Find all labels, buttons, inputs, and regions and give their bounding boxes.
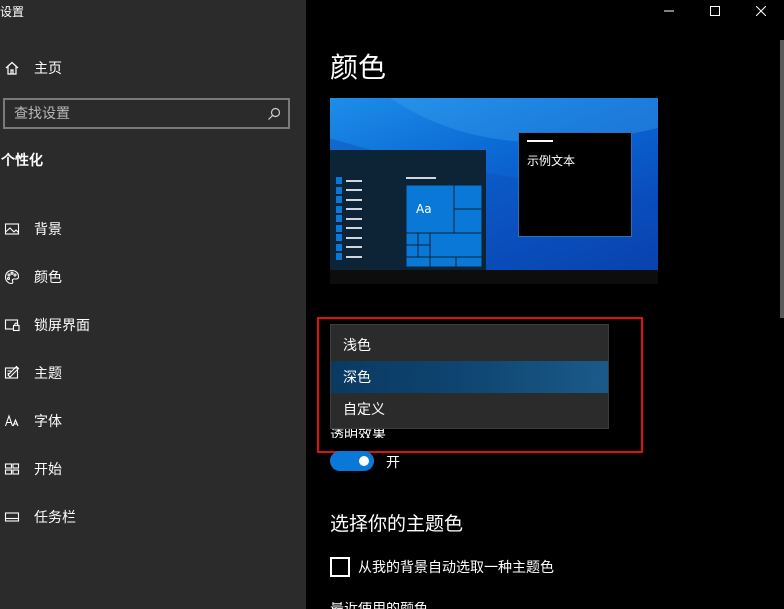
app-title: 设置 — [0, 5, 25, 19]
nav-home-label: 主页 — [34, 61, 62, 77]
search-icon[interactable] — [266, 106, 282, 122]
sidebar-item-label: 开始 — [34, 462, 62, 478]
theme-preview: Aa 示例文本 — [330, 98, 658, 270]
maximize-button[interactable] — [692, 0, 738, 22]
sidebar-item-start[interactable]: 开始 — [0, 445, 306, 493]
search-box[interactable] — [3, 98, 290, 129]
mode-dropdown-list[interactable]: 浅色 深色 自定义 — [330, 324, 609, 429]
taskbar-icon — [1, 506, 23, 528]
transparency-toggle[interactable] — [330, 451, 374, 471]
toggle-knob — [359, 456, 369, 466]
mode-option-custom[interactable]: 自定义 — [331, 393, 608, 425]
preview-sample-titlebar — [527, 140, 553, 142]
window-controls — [646, 0, 784, 22]
page-title: 颜色 — [330, 51, 387, 84]
preview-tile-text: Aa — [416, 202, 432, 216]
scrollbar[interactable] — [780, 40, 784, 318]
recent-colors-heading: 最近使用的颜色 — [330, 602, 428, 609]
mode-option-light[interactable]: 浅色 — [331, 329, 608, 361]
sidebar-item-label: 主题 — [34, 366, 62, 382]
palette-icon — [1, 266, 23, 288]
sidebar-item-themes[interactable]: 主题 — [0, 349, 306, 397]
preview-tiles — [406, 185, 482, 267]
auto-accent-option[interactable]: 从我的背景自动选取一种主题色 — [330, 557, 554, 577]
home-icon — [1, 57, 23, 79]
preview-sample-window: 示例文本 — [518, 132, 632, 237]
preview-taskbar — [330, 270, 658, 284]
sidebar-item-label: 字体 — [34, 414, 62, 430]
image-icon — [1, 218, 23, 240]
auto-accent-label: 从我的背景自动选取一种主题色 — [358, 560, 554, 576]
accent-heading: 选择你的主题色 — [330, 513, 464, 535]
preview-sample-text: 示例文本 — [527, 154, 576, 168]
sidebar: 设置 主页 个性化 背景 — [0, 0, 306, 609]
sidebar-item-label: 锁屏界面 — [34, 318, 90, 334]
sidebar-item-label: 颜色 — [34, 270, 62, 286]
transparency-state: 开 — [386, 455, 400, 471]
sidebar-item-colors[interactable]: 颜色 — [0, 253, 306, 301]
sidebar-item-taskbar[interactable]: 任务栏 — [0, 493, 306, 541]
close-button[interactable] — [738, 0, 784, 22]
maximize-icon — [710, 6, 720, 16]
mode-option-dark[interactable]: 深色 — [331, 361, 608, 393]
sidebar-item-lock-screen[interactable]: 锁屏界面 — [0, 301, 306, 349]
preview-start-menu: Aa — [330, 150, 486, 270]
lock-screen-icon — [1, 314, 23, 336]
search-input[interactable] — [5, 100, 288, 127]
nav-home[interactable]: 主页 — [0, 55, 306, 81]
sidebar-item-label: 任务栏 — [34, 510, 76, 526]
nav-list: 背景 颜色 锁屏界面 主题 字体 开始 任务栏 — [0, 205, 306, 541]
preview-app-list — [336, 176, 362, 268]
minimize-icon — [664, 10, 674, 12]
close-icon — [756, 6, 766, 16]
font-icon — [1, 410, 23, 432]
theme-icon — [1, 362, 23, 384]
sidebar-item-fonts[interactable]: 字体 — [0, 397, 306, 445]
section-title: 个性化 — [1, 153, 43, 169]
start-icon — [1, 458, 23, 480]
auto-accent-checkbox[interactable] — [330, 557, 350, 577]
preview-group-label — [406, 177, 436, 179]
sidebar-item-label: 背景 — [34, 222, 62, 238]
sidebar-item-background[interactable]: 背景 — [0, 205, 306, 253]
minimize-button[interactable] — [646, 0, 692, 22]
